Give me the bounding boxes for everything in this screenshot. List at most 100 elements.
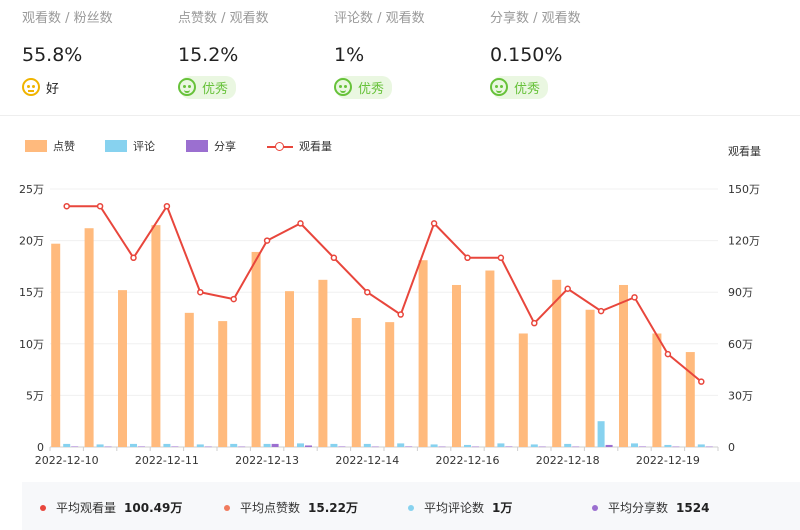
kpi-rating: 好 xyxy=(22,75,172,99)
x-tick-label: 2022-12-18 xyxy=(536,454,600,467)
kpi-card: 分享数 / 观看数 0.150% 优秀 xyxy=(490,10,640,99)
y-left-tick-label: 5万 xyxy=(26,389,44,402)
kpi-rating-text: 好 xyxy=(46,81,60,97)
views-point xyxy=(564,285,571,293)
bar-comments xyxy=(597,421,605,447)
views-point xyxy=(263,237,271,244)
legend-shares[interactable]: 分享 xyxy=(186,138,236,154)
stat-dot xyxy=(592,504,598,511)
bar-likes xyxy=(51,243,61,447)
stat-label: 平均评论数 xyxy=(424,501,485,515)
x-tick-label: 2022-12-14 xyxy=(335,454,399,467)
summary-stat: 平均评论数 1万 xyxy=(408,499,512,516)
views-point xyxy=(464,254,471,262)
bar-shares xyxy=(271,443,279,447)
right-axis-title: 观看量 xyxy=(728,145,761,158)
views-point xyxy=(430,220,438,227)
bar-likes xyxy=(151,225,161,447)
kpi-rating: 优秀 xyxy=(490,75,640,99)
views-point xyxy=(698,378,705,385)
y-right-tick-label: 150万 xyxy=(728,183,760,196)
x-tick-label: 2022-12-11 xyxy=(135,454,199,467)
kpi-label: 分享数 / 观看数 xyxy=(490,11,581,26)
bar-shares xyxy=(371,446,379,448)
bar-comments xyxy=(397,443,405,447)
summary-stat: 平均点赞数 15.22万 xyxy=(224,499,358,516)
kpi-value: 15.2% xyxy=(178,44,239,66)
bar-comments xyxy=(363,443,371,447)
y-right-tick-label: 30万 xyxy=(728,389,753,402)
x-tick-label: 2022-12-10 xyxy=(35,454,99,467)
stat-value: 1524 xyxy=(676,500,710,515)
bar-shares xyxy=(405,446,413,447)
bar-shares xyxy=(538,446,546,448)
views-point xyxy=(330,254,338,262)
bar-shares xyxy=(572,446,580,448)
views-point xyxy=(597,307,605,315)
summary-footer: 平均观看量 100.49万 平均点赞数 15.22万 平均评论数 1万 平均分享数 1524 xyxy=(22,482,800,530)
legend-shares-label: 分享 xyxy=(214,140,236,153)
stat-label: 平均点赞数 xyxy=(240,501,301,515)
bar-likes xyxy=(418,260,428,447)
bar-shares xyxy=(705,446,713,448)
legend-comments-label: 评论 xyxy=(133,140,155,153)
legend-likes-label: 点赞 xyxy=(53,140,75,153)
divider xyxy=(0,115,800,116)
legend-likes[interactable]: 点赞 xyxy=(25,138,75,154)
y-left-tick-label: 20万 xyxy=(19,235,44,248)
legend-comments[interactable]: 评论 xyxy=(105,138,155,154)
stat-dot xyxy=(40,504,46,511)
bar-comments xyxy=(63,443,71,447)
bar-shares xyxy=(338,446,346,447)
kpi-label: 评论数 / 观看数 xyxy=(334,11,425,26)
summary-stat: 平均分享数 1524 xyxy=(592,499,709,516)
bar-shares xyxy=(672,446,680,448)
x-tick-label: 2022-12-13 xyxy=(235,454,299,467)
stat-dot xyxy=(408,504,414,511)
x-tick-label: 2022-12-19 xyxy=(636,454,700,467)
bar-likes xyxy=(619,284,628,447)
kpi-label: 点赞数 / 观看数 xyxy=(178,11,269,26)
y-right-tick-label: 60万 xyxy=(728,338,753,351)
bar-likes xyxy=(518,333,528,447)
bar-comments xyxy=(297,443,304,447)
kpi-rating: 优秀 xyxy=(334,75,484,99)
bar-likes xyxy=(285,291,294,447)
bar-likes xyxy=(218,321,228,447)
y-left-tick-label: 15万 xyxy=(19,286,44,299)
bar-shares xyxy=(171,446,179,447)
summary-stat: 平均观看量 100.49万 xyxy=(40,499,182,516)
views-point xyxy=(497,254,505,262)
smile-face-icon xyxy=(334,78,352,96)
bar-shares xyxy=(71,446,79,447)
views-point xyxy=(63,202,70,210)
bar-comments xyxy=(564,443,572,447)
stat-label: 平均观看量 xyxy=(56,501,117,515)
legend-views-line-icon xyxy=(267,140,293,152)
legend-views-label: 观看量 xyxy=(299,140,332,153)
kpi-card: 点赞数 / 观看数 15.2% 优秀 xyxy=(178,10,328,99)
views-point xyxy=(197,288,204,296)
bar-comments xyxy=(631,443,638,447)
smile-face-icon xyxy=(178,78,196,96)
bar-comments xyxy=(330,443,338,447)
views-point xyxy=(230,295,237,303)
bar-shares xyxy=(138,446,145,447)
bar-comments xyxy=(230,443,238,447)
bar-comments xyxy=(430,444,438,447)
bar-shares xyxy=(305,445,312,447)
stat-dot xyxy=(224,504,230,511)
views-point xyxy=(96,202,104,210)
views-point xyxy=(130,254,137,262)
bar-likes xyxy=(685,352,695,447)
y-right-tick-label: 120万 xyxy=(728,235,760,248)
bar-shares xyxy=(472,446,479,448)
stat-value: 100.49万 xyxy=(124,501,183,515)
bar-shares xyxy=(505,446,513,447)
bar-comments xyxy=(664,444,672,447)
stat-label: 平均分享数 xyxy=(608,501,669,515)
views-point xyxy=(664,350,672,358)
bar-likes xyxy=(251,251,261,447)
kpi-value: 1% xyxy=(334,44,365,66)
legend-views[interactable]: 观看量 xyxy=(267,138,332,154)
